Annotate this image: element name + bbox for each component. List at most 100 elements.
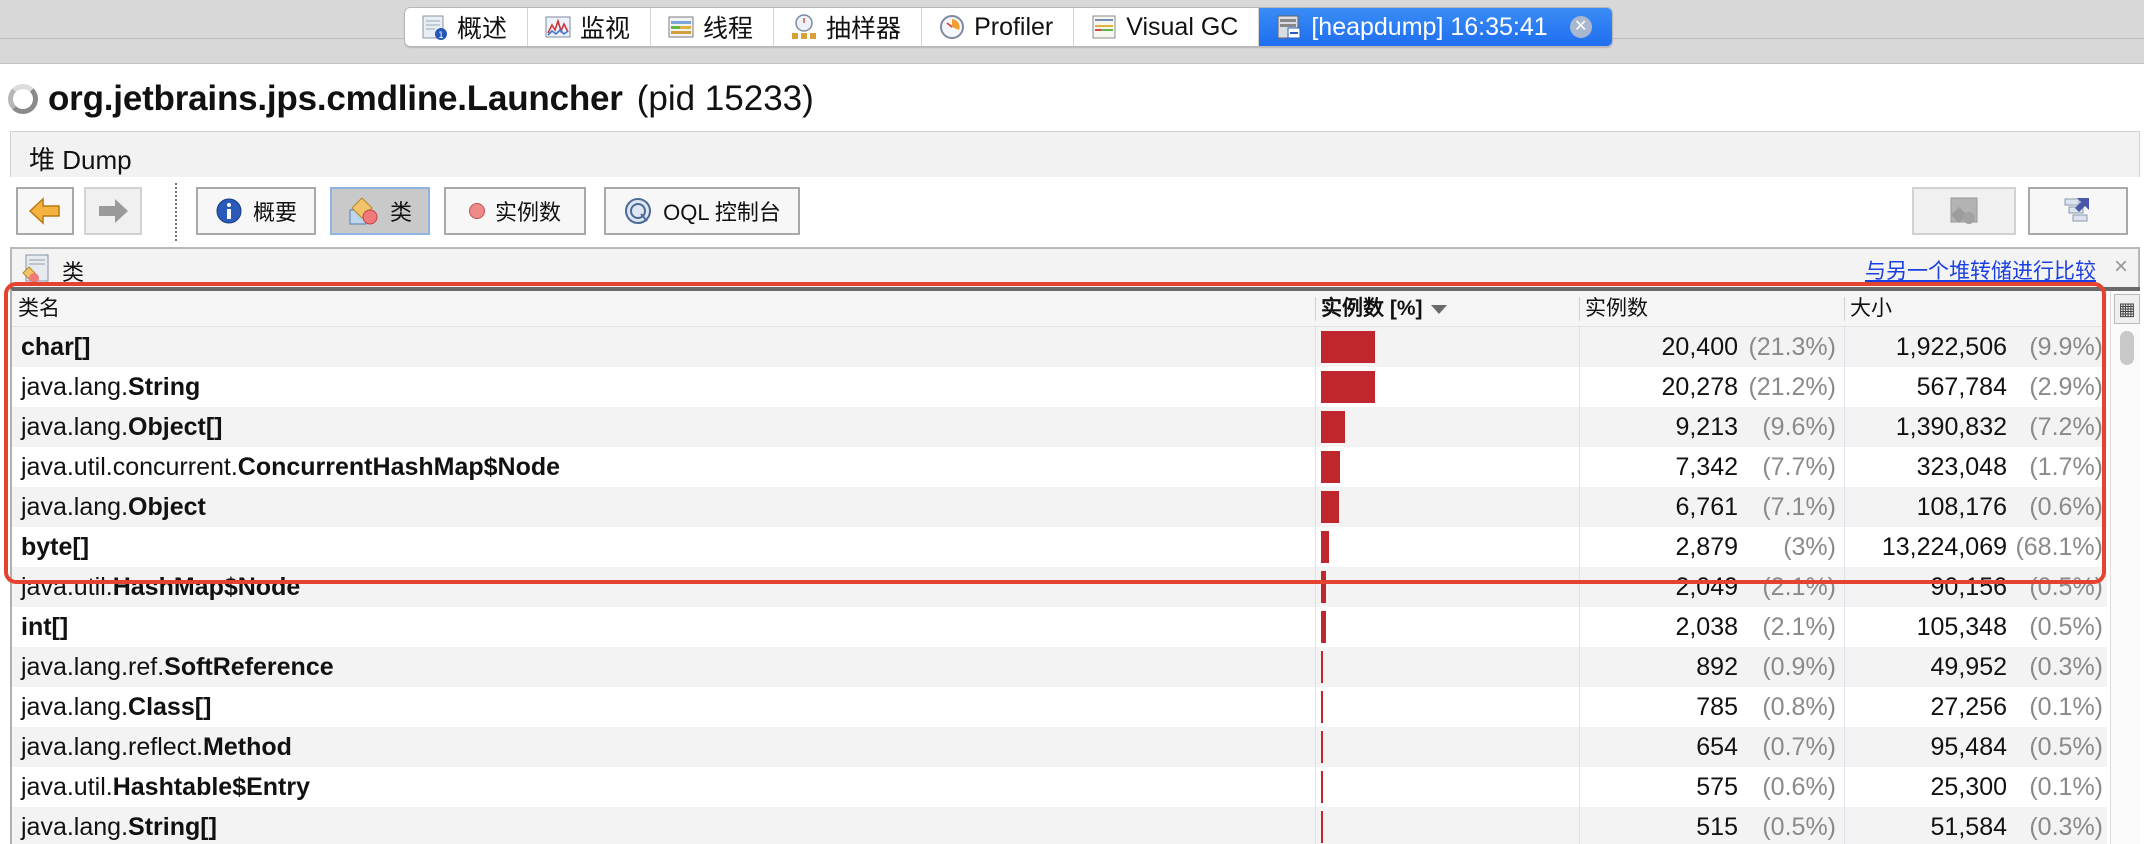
size-cell: 27,256 (0.1%): [1844, 687, 2107, 727]
class-simple-name: Class[]: [128, 693, 212, 721]
tab-heapdump[interactable]: [heapdump] 16:35:41 ✕: [1259, 8, 1612, 46]
class-package: java.util.: [21, 573, 113, 601]
column-header-class-name[interactable]: 类名: [12, 291, 1315, 327]
vertical-scrollbar[interactable]: ▦: [2110, 291, 2140, 844]
tab-visual-gc[interactable]: Visual GC: [1074, 8, 1260, 46]
tab-threads[interactable]: 线程: [651, 8, 775, 46]
instances-percent-cell: [1315, 647, 1579, 687]
instances-percent-bar: [1321, 491, 1339, 523]
table-row[interactable]: java.lang.Object[] 9,213 (9.6%) 1,390,832 (7…: [12, 407, 2107, 447]
instances-percent-label: (21.2%): [1748, 373, 1836, 401]
classes-panel-title: 类: [62, 260, 85, 285]
instances-percent-bar: [1321, 411, 1345, 443]
instances-percent-bar: [1321, 771, 1323, 803]
table-row[interactable]: java.util.HashMap$Node 2,049 (2.1%) 90,156 (…: [12, 567, 2107, 607]
table-row[interactable]: java.lang.Class[] 785 (0.8%) 27,256 (0.1%): [12, 687, 2107, 727]
instances-percent-label: (0.6%): [1762, 773, 1836, 801]
size-percent-label: (0.5%): [2029, 573, 2103, 601]
table-row[interactable]: byte[] 2,879 (3%) 13,224,069 (68.1%): [12, 527, 2107, 567]
class-view-button[interactable]: [1912, 187, 2016, 235]
visualvm-window: 1 概述 监视 线程 抽样器 Profiler Visual GC [heapd…: [0, 0, 2144, 844]
class-package: java.lang.ref.: [21, 653, 165, 681]
instances-cell: 785 (0.8%): [1579, 687, 1844, 727]
sort-descending-icon: [1430, 304, 1447, 314]
instances-percent-bar: [1321, 611, 1326, 643]
class-name-cell: java.lang.Class[]: [21, 687, 1311, 727]
instances-percent-cell: [1315, 407, 1579, 447]
table-row[interactable]: java.lang.String 20,278 (21.2%) 567,784 (2.9…: [12, 367, 2107, 407]
column-chooser-icon[interactable]: ▦: [2114, 294, 2140, 324]
instances-percent-bar: [1321, 531, 1329, 563]
table-row[interactable]: java.lang.reflect.Method 654 (0.7%) 95,484 (…: [12, 727, 2107, 767]
instances-percent-label: (0.5%): [1762, 813, 1836, 841]
tab-profiler[interactable]: Profiler: [922, 8, 1075, 46]
class-name-cell: java.util.Hashtable$Entry: [21, 767, 1311, 807]
instances-percent-bar: [1321, 651, 1323, 683]
scrollbar-thumb[interactable]: [2120, 331, 2134, 365]
size-value: 1,390,832: [1895, 413, 2007, 441]
size-percent-label: (2.9%): [2029, 373, 2103, 401]
tab-monitor[interactable]: 监视: [528, 8, 652, 46]
size-value: 108,176: [1916, 493, 2007, 521]
column-header-instances[interactable]: 实例数: [1579, 291, 1844, 327]
export-button[interactable]: [2028, 187, 2128, 235]
instances-value: 2,049: [1675, 573, 1738, 601]
class-name-cell: int[]: [21, 607, 1311, 647]
compare-heap-dump-link[interactable]: 与另一个堆转储进行比较: [1865, 255, 2096, 285]
size-percent-label: (9.9%): [2029, 333, 2103, 361]
close-tab-icon[interactable]: ✕: [1569, 16, 1592, 38]
instances-percent-bar: [1321, 731, 1323, 763]
instances-percent-cell: [1315, 367, 1579, 407]
table-row[interactable]: char[] 20,400 (21.3%) 1,922,506 (9.9%): [12, 327, 2107, 367]
close-panel-icon[interactable]: ×: [2114, 253, 2128, 281]
column-header-instances-percent[interactable]: 实例数 [%]: [1315, 291, 1579, 327]
instances-button[interactable]: 实例数: [444, 187, 586, 235]
oql-console-button[interactable]: OQL 控制台: [604, 187, 800, 235]
instances-value: 20,278: [1661, 373, 1738, 401]
forward-button[interactable]: [84, 187, 142, 235]
instances-percent-label: (2.1%): [1762, 613, 1836, 641]
instances-percent-label: (3%): [1783, 533, 1836, 561]
instances-percent-label: (0.9%): [1762, 653, 1836, 681]
column-header-instances-label: 实例数: [1585, 297, 1648, 320]
table-row[interactable]: java.util.concurrent.ConcurrentHashMap$N…: [12, 447, 2107, 487]
instances-cell: 575 (0.6%): [1579, 767, 1844, 807]
instances-value: 2,038: [1675, 613, 1738, 641]
table-row[interactable]: int[] 2,038 (2.1%) 105,348 (0.5%): [12, 607, 2107, 647]
table-row[interactable]: java.lang.String[] 515 (0.5%) 51,584 (0.3%): [12, 807, 2107, 844]
instances-percent-cell: [1315, 607, 1579, 647]
instances-percent-cell: [1315, 687, 1579, 727]
instances-percent-cell: [1315, 527, 1579, 567]
toolbar-separator: [175, 183, 177, 241]
heap-dump-label: 堆 Dump: [29, 145, 132, 175]
tab-overview[interactable]: 1 概述: [405, 8, 529, 46]
size-percent-label: (0.1%): [2029, 773, 2103, 801]
table-row[interactable]: java.lang.ref.SoftReference 892 (0.9%) 49,9…: [12, 647, 2107, 687]
class-simple-name: Method: [203, 733, 292, 761]
class-simple-name: ConcurrentHashMap$Node: [237, 453, 561, 481]
tab-monitor-label: 监视: [580, 15, 631, 43]
back-button[interactable]: [16, 187, 74, 235]
class-view-icon: [1950, 197, 1978, 224]
class-name-cell: byte[]: [21, 527, 1311, 567]
instances-value: 654: [1696, 733, 1738, 761]
heapdump-icon: [1277, 15, 1301, 39]
instances-value: 9,213: [1675, 413, 1738, 441]
tab-strip: 1 概述 监视 线程 抽样器 Profiler Visual GC [heapd…: [404, 7, 1613, 47]
instances-value: 892: [1696, 653, 1738, 681]
summary-button[interactable]: 概要: [196, 187, 316, 235]
column-header-size[interactable]: 大小: [1844, 291, 2107, 327]
tab-visual-gc-label: Visual GC: [1126, 12, 1239, 41]
loading-spinner-icon: [8, 84, 38, 114]
table-row[interactable]: java.util.Hashtable$Entry 575 (0.6%) 25,300…: [12, 767, 2107, 807]
classes-button[interactable]: 类: [330, 187, 430, 235]
instances-cell: 2,879 (3%): [1579, 527, 1844, 567]
column-header-instances-percent-label: 实例数 [%]: [1321, 297, 1423, 320]
overview-icon: 1: [422, 15, 447, 41]
tab-sampler[interactable]: 抽样器: [774, 8, 923, 46]
table-row[interactable]: java.lang.Object 6,761 (7.1%) 108,176 (0.6%): [12, 487, 2107, 527]
class-package: java.lang.: [21, 493, 129, 521]
instances-cell: 2,038 (2.1%): [1579, 607, 1844, 647]
tab-overview-label: 概述: [457, 15, 508, 43]
instances-cell: 515 (0.5%): [1579, 807, 1844, 844]
